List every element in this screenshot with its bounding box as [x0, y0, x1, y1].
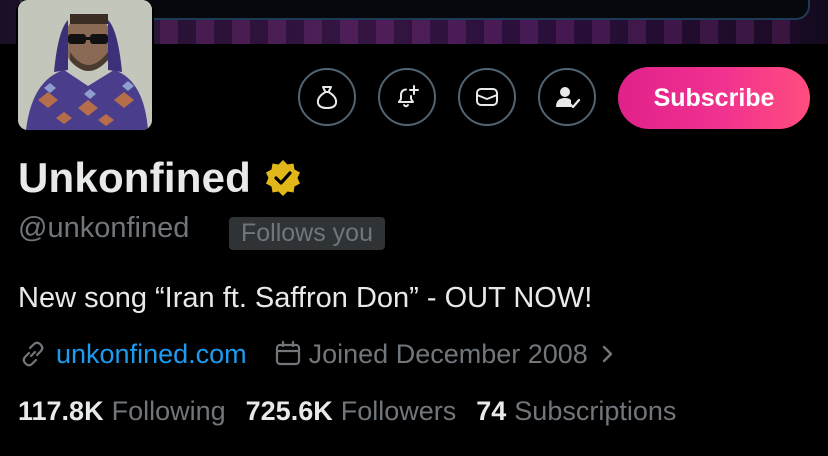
tip-button[interactable] — [298, 68, 356, 126]
subscriptions-count: 74 — [476, 396, 507, 426]
following-button[interactable] — [538, 68, 596, 126]
avatar-photo — [18, 0, 152, 130]
avatar[interactable] — [18, 0, 152, 130]
link-icon — [22, 341, 44, 367]
followers-stat[interactable]: 725.6K Followers — [246, 396, 457, 427]
followers-label: Followers — [340, 396, 457, 426]
user-handle: @unkonfined — [18, 212, 190, 244]
follows-you-badge: Follows you — [229, 217, 385, 250]
profile-bio: New song “Iran ft. Saffron Don” - OUT NO… — [18, 282, 593, 314]
following-stat[interactable]: 117.8K Following — [18, 396, 226, 427]
bell-plus-icon — [398, 85, 419, 108]
avatar-frame[interactable] — [16, 0, 154, 132]
following-count: 117.8K — [18, 396, 104, 426]
subscriptions-label: Subscriptions — [514, 396, 677, 426]
envelope-icon — [476, 88, 498, 106]
notifications-button[interactable] — [378, 68, 436, 126]
chevron-right-icon — [602, 345, 613, 363]
profile-stats: 117.8K Following 725.6K Followers 74 Subscr… — [18, 396, 696, 427]
joined-date-text: Joined December 2008 — [308, 338, 588, 369]
subscriptions-stat[interactable]: 74 Subscriptions — [476, 396, 676, 427]
followers-count: 725.6K — [245, 396, 333, 426]
following-label: Following — [111, 396, 226, 426]
display-name: Unkonfined — [18, 154, 303, 202]
joined-date[interactable]: Joined December 2008 — [273, 339, 618, 370]
message-button[interactable] — [458, 68, 516, 126]
money-bag-icon — [316, 86, 338, 109]
subscribe-button[interactable]: Subscribe — [618, 67, 810, 129]
verified-badge-icon[interactable] — [263, 158, 303, 198]
calendar-icon — [275, 340, 300, 366]
display-name-text: Unkonfined — [18, 154, 251, 201]
person-check-icon — [556, 87, 581, 109]
profile-meta: unkonfined.com Joined December 2008 — [18, 336, 618, 372]
website-link[interactable]: unkonfined.com — [56, 339, 247, 370]
